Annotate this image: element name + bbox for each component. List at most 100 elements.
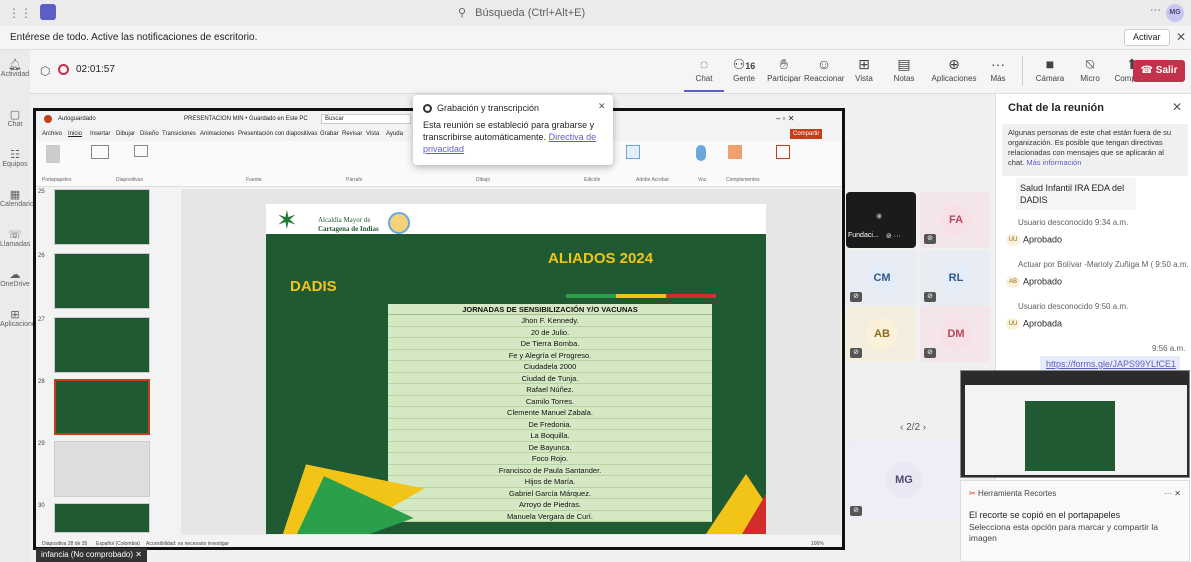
thumb-number: 30 bbox=[38, 503, 45, 509]
thumb-number: 27 bbox=[38, 317, 45, 323]
decor-triangle-red bbox=[736, 494, 766, 534]
table-row: Fe y Alegría el Progreso. bbox=[388, 350, 712, 361]
participant-tile[interactable]: DM ⊘ bbox=[920, 306, 990, 362]
meeting-timer: 02:01:57 bbox=[76, 64, 115, 75]
shared-screen: Autoguardado PRESENTACION MIN • Guardado… bbox=[33, 108, 845, 550]
slide-thumbnail[interactable] bbox=[54, 441, 150, 497]
avatar: MG bbox=[886, 462, 922, 498]
menu-animaciones[interactable]: Animaciones bbox=[200, 127, 234, 141]
close-icon[interactable]: ··· ✕ bbox=[1164, 489, 1181, 498]
react-button[interactable]: ☺ Reaccionar bbox=[804, 54, 844, 83]
menu-inicio[interactable]: Inicio bbox=[68, 127, 82, 141]
addins-icon[interactable] bbox=[728, 145, 742, 159]
dictate-icon[interactable] bbox=[696, 145, 706, 161]
participant-tile[interactable]: FA ⊘ bbox=[920, 192, 990, 248]
app-grid-icon[interactable]: ⋮⋮ bbox=[8, 6, 32, 20]
notes-button[interactable]: ▤ Notas bbox=[884, 54, 924, 83]
group-acrobat: Adobe Acrobat bbox=[636, 177, 669, 183]
menu-grabar[interactable]: Grabar bbox=[320, 127, 339, 141]
accessibility-status[interactable]: Accesibilidad: es necesario investigar bbox=[146, 539, 229, 549]
participant-tile[interactable]: CM ⊘ bbox=[846, 250, 916, 306]
cloud-icon: ☁ bbox=[9, 269, 21, 281]
table-row: De Fredonia. bbox=[388, 419, 712, 430]
menu-presentacion[interactable]: Presentación con diapositivas bbox=[238, 127, 317, 141]
slide-thumbnail[interactable] bbox=[54, 189, 150, 245]
pp-search-box[interactable]: Buscar bbox=[321, 114, 411, 124]
notes-icon: ▤ bbox=[897, 56, 911, 72]
teams-logo bbox=[40, 4, 56, 20]
people-button[interactable]: ⚇16 Gente bbox=[724, 54, 764, 83]
menu-diseno[interactable]: Diseño bbox=[140, 127, 159, 141]
snip-preview[interactable] bbox=[960, 370, 1190, 478]
scissors-icon: ✂ bbox=[969, 489, 976, 498]
current-slide: ✶ Alcaldía Mayor de Cartagena de Indias … bbox=[266, 204, 766, 534]
thumb-number: 29 bbox=[38, 441, 45, 447]
search-box[interactable]: ⚲ Búsqueda (Ctrl+Alt+E) bbox=[448, 3, 738, 23]
chat-icon: ◌ bbox=[699, 56, 709, 72]
menu-revisar[interactable]: Revisar bbox=[342, 127, 362, 141]
rail-item-onedrive[interactable]: ☁ OneDrive bbox=[0, 268, 30, 288]
snip-notification[interactable]: ✂ Herramienta Recortes ··· ✕ El recorte s… bbox=[960, 480, 1190, 562]
menu-ayuda[interactable]: Ayuda bbox=[386, 127, 403, 141]
search-icon: ⚲ bbox=[458, 7, 467, 19]
slide-thumbnail[interactable] bbox=[54, 253, 150, 309]
layout-icon[interactable] bbox=[134, 145, 148, 157]
more-info-link[interactable]: Más información bbox=[1026, 158, 1081, 167]
camera-button[interactable]: ■ Cámara bbox=[1030, 54, 1070, 83]
rail-item-chat[interactable]: ▢ Chat bbox=[0, 108, 30, 128]
rail-item-activity[interactable]: 🔔︎ Actividad bbox=[0, 58, 30, 78]
pp-share-button[interactable]: Compartir bbox=[790, 129, 823, 139]
apps-button[interactable]: ⊕ Aplicaciones bbox=[927, 54, 981, 83]
rail-item-teams[interactable]: ☷ Equipos bbox=[0, 148, 30, 168]
leave-button[interactable]: ☎ Salir bbox=[1133, 60, 1185, 82]
message-meta: Usuario desconocido 9:34 a.m. bbox=[1018, 218, 1129, 227]
menu-vista[interactable]: Vista bbox=[366, 127, 379, 141]
message-meta: Actuar por Bolívar -Mariolу Zuñiga M ( 9… bbox=[1018, 260, 1189, 269]
group-slides: Diapositivas bbox=[116, 177, 143, 183]
user-avatar[interactable]: MG bbox=[1166, 4, 1184, 22]
more-icon[interactable]: ··· bbox=[1150, 4, 1161, 16]
activate-button[interactable]: Activar bbox=[1124, 29, 1170, 46]
raise-hand-button[interactable]: ✋︎ Participar bbox=[764, 54, 804, 83]
paste-icon[interactable] bbox=[46, 145, 60, 163]
new-slide-icon[interactable] bbox=[91, 145, 109, 159]
mic-button[interactable]: ⍉ Micro bbox=[1070, 54, 1110, 83]
more-icon[interactable]: ⊘ ··· bbox=[886, 232, 901, 240]
slide-thumbnail[interactable] bbox=[54, 317, 150, 373]
chat-message: UU Aprobado bbox=[1006, 234, 1062, 246]
slide-thumbnail[interactable] bbox=[54, 503, 150, 533]
pager[interactable]: ‹ 2/2 › bbox=[900, 422, 926, 433]
mic-off-icon: ⊘ bbox=[850, 292, 862, 302]
window-controls[interactable]: – ▫ ✕ bbox=[776, 111, 794, 127]
rail-item-calls[interactable]: ☏ Llamadas bbox=[0, 228, 30, 248]
menu-transiciones[interactable]: Transiciones bbox=[162, 127, 196, 141]
table-row: Francisco de Paula Santander. bbox=[388, 465, 712, 476]
logo-text-1: Alcaldía Mayor de bbox=[318, 216, 371, 224]
snip-title: El recorte se copió en el portapapeles bbox=[969, 510, 1121, 520]
menu-archivo[interactable]: Archivo bbox=[42, 127, 62, 141]
pp-status-bar: Diapositiva 28 de 35 Español (Colombia) … bbox=[36, 539, 842, 549]
slide-thumbnails: 25 26 27 28 29 30 bbox=[36, 189, 176, 539]
rail-item-calendar[interactable]: ▦ Calendario bbox=[0, 188, 34, 208]
avatar: FA bbox=[940, 204, 972, 236]
menu-dibujar[interactable]: Dibujar bbox=[116, 127, 135, 141]
chat-button[interactable]: ◌ Chat bbox=[684, 54, 724, 92]
menu-insertar[interactable]: Insertar bbox=[90, 127, 110, 141]
participant-tile[interactable]: ◉ Fundaci... ⊘ ··· bbox=[846, 192, 916, 248]
pdf-icon[interactable] bbox=[626, 145, 640, 159]
close-icon[interactable]: ✕ bbox=[1176, 30, 1186, 44]
rail-item-apps[interactable]: ⊞ Aplicaciones bbox=[0, 308, 39, 328]
table-row: Foco Rojo. bbox=[388, 453, 712, 465]
designer-icon[interactable] bbox=[776, 145, 790, 159]
mic-off-icon: ⊘ bbox=[850, 348, 862, 358]
slide-thumbnail-selected[interactable] bbox=[54, 379, 150, 435]
self-tile[interactable]: MG ⊘ bbox=[846, 440, 958, 520]
close-icon[interactable]: ✕ bbox=[1172, 100, 1182, 114]
participant-tile[interactable]: AB ⊘ bbox=[846, 306, 916, 362]
close-icon[interactable]: ✕ bbox=[598, 101, 606, 112]
participant-tile[interactable]: RL ⊘ bbox=[920, 250, 990, 306]
zoom-level[interactable]: 106% bbox=[811, 539, 824, 549]
more-button[interactable]: ··· Más bbox=[978, 54, 1018, 83]
view-button[interactable]: ⊞ Vista bbox=[844, 54, 884, 83]
recording-icon bbox=[58, 64, 69, 75]
